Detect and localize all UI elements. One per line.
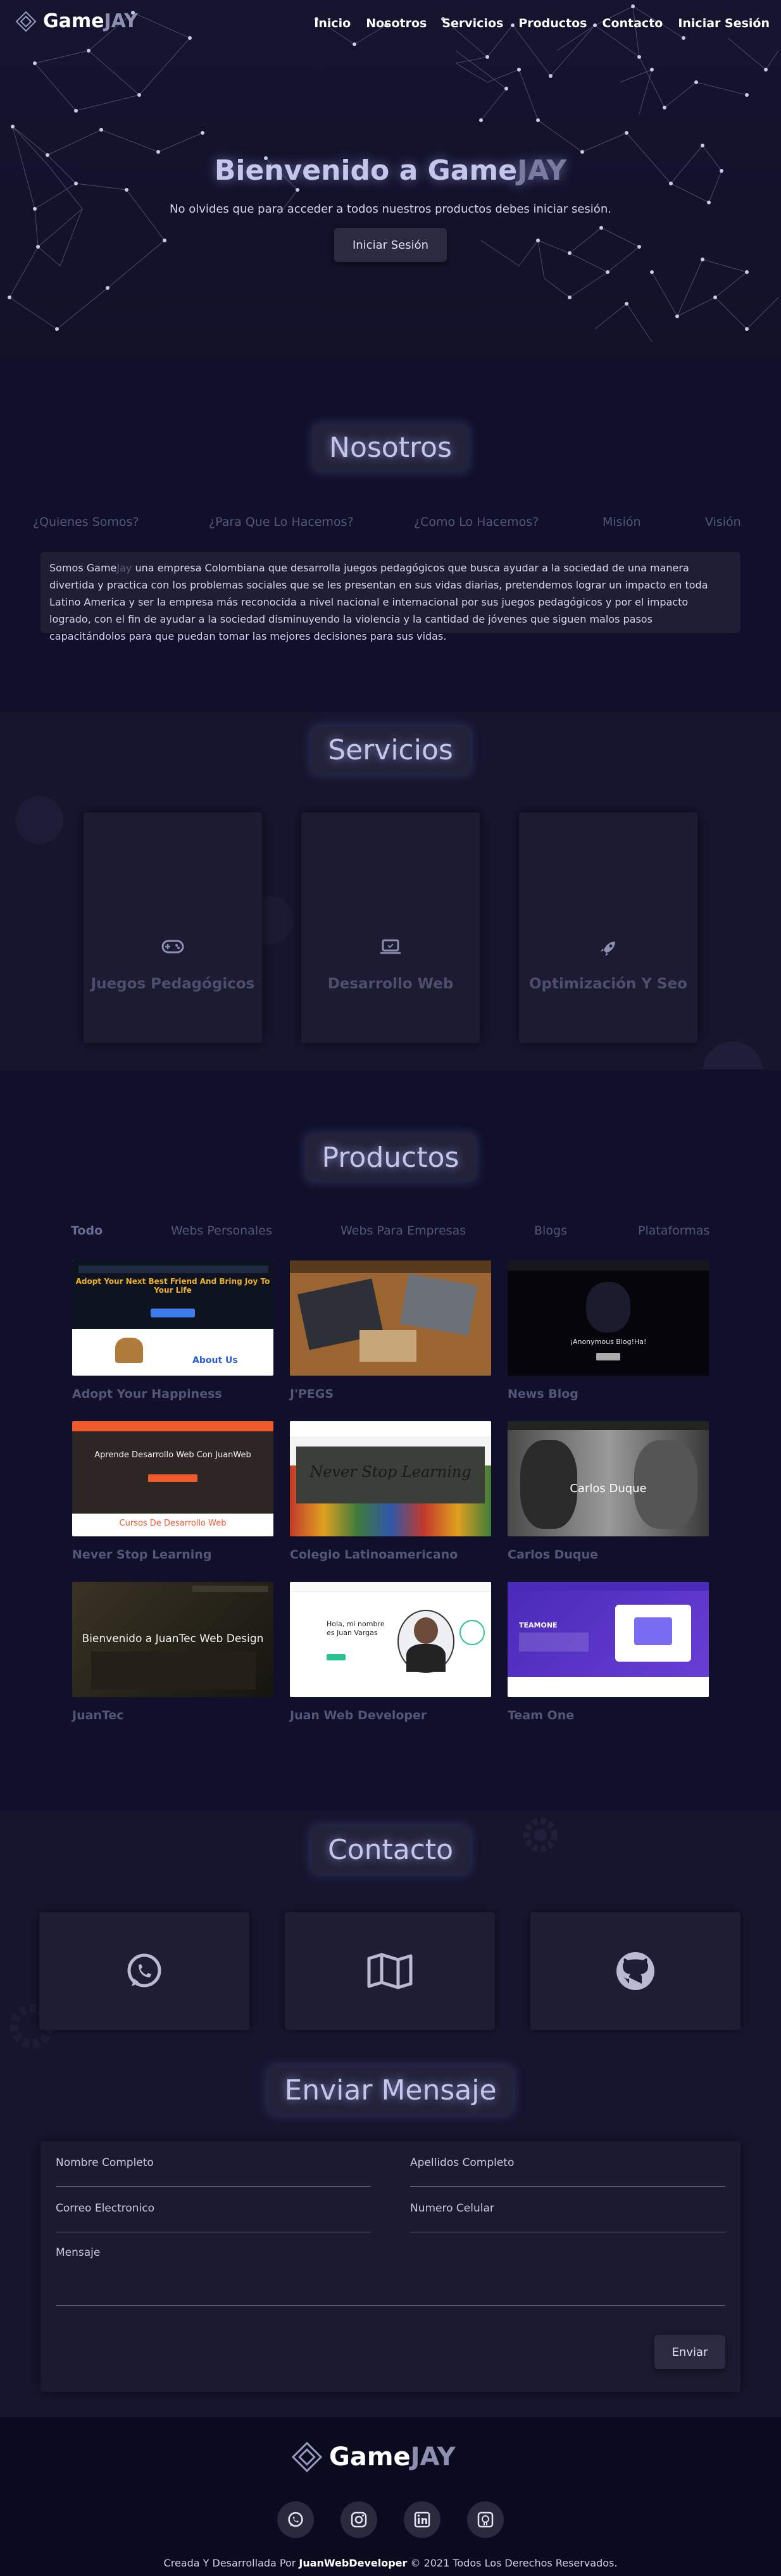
product-thumbnail[interactable]: Carlos Duque: [508, 1421, 709, 1536]
service-label: Optimización Y Seo: [529, 976, 687, 992]
product-thumbnail[interactable]: Bienvenido a JuanTec Web Design: [72, 1582, 273, 1697]
service-card-web[interactable]: Desarrollo Web: [301, 812, 480, 1043]
about-section: [0, 358, 781, 712]
product-thumbnail[interactable]: Aprende Desarrollo Web Con JuanWeb Curso…: [72, 1421, 273, 1536]
rocket-icon: [519, 939, 697, 961]
product-name[interactable]: JuanTec: [72, 1708, 124, 1722]
decor-blob: [15, 796, 63, 844]
product-name[interactable]: Carlos Duque: [508, 1548, 598, 1562]
nav-iniciar-sesion[interactable]: Iniciar Sesión: [678, 16, 770, 30]
product-name[interactable]: Colegio Latinoamericano: [290, 1548, 458, 1562]
diamond-logo-icon: [15, 11, 37, 32]
product-thumbnail[interactable]: [290, 1260, 491, 1376]
product-name[interactable]: J'PEGS: [290, 1387, 334, 1401]
tab-mision[interactable]: Misión: [603, 515, 641, 529]
product-thumbnail[interactable]: Hola, mi nombre es Juan Vargas: [290, 1582, 491, 1697]
top-navbar: GameJAY Inicio Nosotros Servicios Produc…: [0, 0, 781, 51]
github-icon: [477, 2511, 494, 2528]
whatsapp-icon: [127, 1953, 161, 1988]
brand-logo[interactable]: GameJAY: [15, 10, 138, 32]
products-title: Productos: [305, 1134, 476, 1181]
footer-instagram-link[interactable]: [341, 2501, 377, 2538]
email-label: Correo Electronico: [56, 2202, 155, 2215]
diamond-logo-icon: [291, 2441, 323, 2473]
product-thumbnail[interactable]: TEAMONE: [508, 1582, 709, 1697]
hero-title: Bienvenido a GameJAY: [214, 154, 567, 187]
map-card[interactable]: [285, 1912, 495, 2030]
footer-github-link[interactable]: [467, 2501, 504, 2538]
hero-subtitle: No olvides que para acceder a todos nues…: [170, 202, 611, 216]
fullname-field[interactable]: Nombre Completo: [56, 2156, 371, 2187]
footer-logo[interactable]: GameJAY: [291, 2441, 456, 2473]
product-name[interactable]: News Blog: [508, 1387, 578, 1401]
login-button[interactable]: Iniciar Sesión: [334, 228, 447, 262]
about-title: Nosotros: [313, 424, 468, 471]
product-thumbnail[interactable]: Never Stop Learning: [290, 1421, 491, 1536]
service-label: Desarrollo Web: [327, 976, 454, 992]
tab-para-que[interactable]: ¿Para Que Lo Hacemos?: [209, 515, 354, 529]
footer-whatsapp-link[interactable]: [277, 2501, 314, 2538]
send-button[interactable]: Enviar: [654, 2335, 725, 2369]
about-text: Somos GameJay una empresa Colombiana que…: [41, 552, 740, 642]
tab-quienes-somos[interactable]: ¿Quienes Somos?: [33, 515, 139, 529]
product-thumbnail[interactable]: ¡Anonymous Blog!Ha!: [508, 1260, 709, 1376]
filter-plataformas[interactable]: Plataformas: [638, 1224, 709, 1238]
service-card-seo[interactable]: Optimización Y Seo: [519, 812, 697, 1043]
lastname-label: Apellidos Completo: [410, 2156, 515, 2169]
whatsapp-card[interactable]: [39, 1912, 249, 2030]
lastname-field[interactable]: Apellidos Completo: [410, 2156, 725, 2187]
decor-gear: [520, 1815, 561, 1855]
services-title: Servicios: [311, 726, 470, 774]
phone-label: Numero Celular: [410, 2202, 494, 2215]
phone-field[interactable]: Numero Celular: [410, 2202, 725, 2232]
laptop-icon: [301, 939, 480, 958]
product-name[interactable]: Juan Web Developer: [290, 1708, 427, 1722]
service-label: Juegos Pedagógicos: [91, 976, 255, 992]
service-card-juegos[interactable]: Juegos Pedagógicos: [84, 812, 262, 1043]
tab-vision[interactable]: Visión: [705, 515, 741, 529]
filter-todo[interactable]: Todo: [71, 1224, 103, 1238]
product-thumbnail[interactable]: Adopt Your Next Best Friend And Bring Jo…: [72, 1260, 273, 1376]
filter-webs-personales[interactable]: Webs Personales: [171, 1224, 272, 1238]
message-field[interactable]: Mensaje: [56, 2246, 725, 2306]
contact-title: Contacto: [311, 1826, 470, 1874]
product-name[interactable]: Team One: [508, 1708, 574, 1722]
author-link[interactable]: JuanWebDeveloper: [299, 2557, 407, 2569]
product-name[interactable]: Never Stop Learning: [72, 1548, 211, 1562]
filter-blogs[interactable]: Blogs: [534, 1224, 567, 1238]
nav-inicio[interactable]: Inicio: [314, 16, 351, 30]
nav-nosotros[interactable]: Nosotros: [366, 16, 427, 30]
footer-linkedin-link[interactable]: [404, 2501, 440, 2538]
nav-links: Inicio Nosotros Servicios Productos Cont…: [314, 16, 770, 30]
message-form: Nombre Completo Apellidos Completo Corre…: [41, 2141, 740, 2392]
whatsapp-icon: [288, 2511, 303, 2527]
github-card[interactable]: [530, 1912, 740, 2030]
gamepad-icon: [84, 939, 262, 957]
map-icon: [367, 1953, 413, 1989]
instagram-icon: [351, 2511, 367, 2528]
github-icon: [616, 1952, 654, 1990]
hero-section: Bienvenido a GameJAY No olvides que para…: [0, 0, 781, 358]
fullname-label: Nombre Completo: [56, 2156, 154, 2169]
filter-webs-empresas[interactable]: Webs Para Empresas: [341, 1224, 466, 1238]
email-field[interactable]: Correo Electronico: [56, 2202, 371, 2232]
nav-contacto[interactable]: Contacto: [603, 16, 663, 30]
message-label: Mensaje: [56, 2246, 101, 2259]
message-title: Enviar Mensaje: [268, 2067, 513, 2114]
copyright-text: Creada Y Desarrollada Por JuanWebDevelop…: [163, 2557, 618, 2569]
linkedin-icon: [414, 2511, 430, 2528]
product-name[interactable]: Adopt Your Happiness: [72, 1387, 222, 1401]
tab-como[interactable]: ¿Como Lo Hacemos?: [414, 515, 539, 529]
nav-productos[interactable]: Productos: [518, 16, 587, 30]
nav-servicios[interactable]: Servicios: [442, 16, 503, 30]
